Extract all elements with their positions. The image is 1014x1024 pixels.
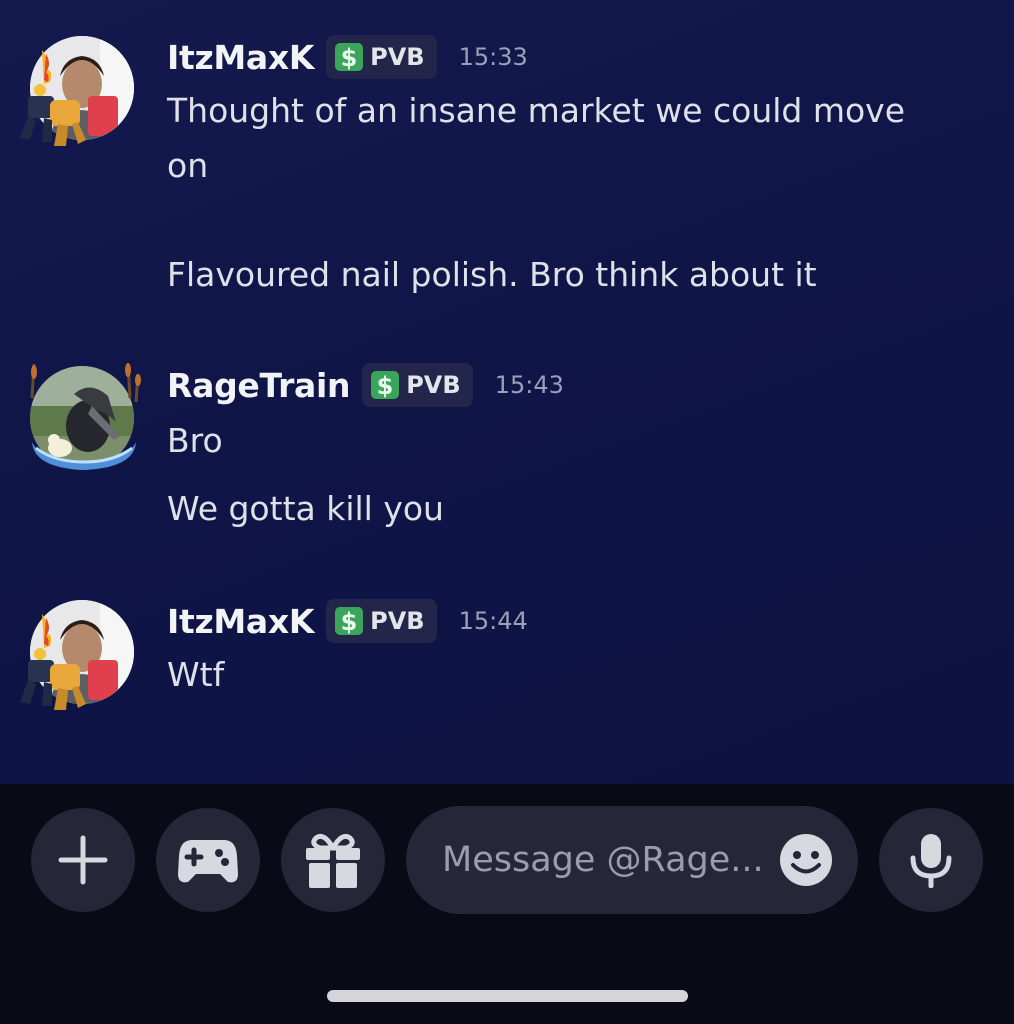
plus-icon	[58, 835, 108, 885]
avatar-ragetrain[interactable]	[30, 363, 141, 470]
gift-button[interactable]	[281, 808, 385, 912]
dm-screen: ItzMaxK $ PVB 15:33 Thought of an insane…	[0, 0, 1014, 1024]
username[interactable]: RageTrain	[167, 366, 351, 405]
message-text[interactable]: Thought of an insane market we could mov…	[167, 84, 987, 138]
avatar-itzmaxk[interactable]	[20, 600, 134, 710]
composer-bar: Message @Rage...	[0, 784, 1014, 1024]
guild-tag[interactable]: $ PVB	[362, 363, 473, 407]
add-attachment-button[interactable]	[31, 808, 135, 912]
svg-text:$: $	[341, 44, 358, 72]
activities-button[interactable]	[156, 808, 260, 912]
message-text[interactable]: Wtf	[167, 648, 987, 702]
timestamp: 15:33	[458, 43, 528, 71]
voice-message-button[interactable]	[879, 808, 983, 912]
dollar-tag-icon: $	[335, 607, 364, 636]
message-input-placeholder: Message @Rage...	[442, 840, 764, 880]
message-list[interactable]: ItzMaxK $ PVB 15:33 Thought of an insane…	[0, 0, 1014, 784]
gift-icon	[306, 833, 360, 888]
username[interactable]: ItzMaxK	[167, 602, 314, 641]
message-text[interactable]: We gotta kill you	[167, 482, 987, 536]
dollar-tag-icon: $	[371, 371, 400, 400]
microphone-icon	[910, 834, 952, 888]
message-input[interactable]: Message @Rage...	[406, 806, 858, 914]
home-indicator[interactable]	[327, 990, 688, 1002]
tag-label: PVB	[370, 607, 425, 635]
guild-tag[interactable]: $ PVB	[326, 35, 437, 79]
gamepad-icon	[178, 840, 238, 883]
timestamp: 15:44	[458, 607, 528, 635]
tag-label: PVB	[406, 371, 461, 399]
message-text[interactable]: Bro	[167, 414, 987, 468]
message-text[interactable]: Flavoured nail polish. Bro think about i…	[167, 248, 987, 302]
guild-tag[interactable]: $ PVB	[326, 599, 437, 643]
tag-label: PVB	[370, 43, 425, 71]
dollar-tag-icon: $	[335, 43, 364, 72]
timestamp: 15:43	[494, 371, 564, 399]
emoji-icon[interactable]	[778, 832, 834, 888]
avatar-itzmaxk[interactable]	[20, 36, 134, 146]
message-text[interactable]: on	[167, 139, 987, 193]
username[interactable]: ItzMaxK	[167, 38, 314, 77]
svg-text:$: $	[377, 372, 394, 400]
svg-text:$: $	[341, 608, 358, 636]
